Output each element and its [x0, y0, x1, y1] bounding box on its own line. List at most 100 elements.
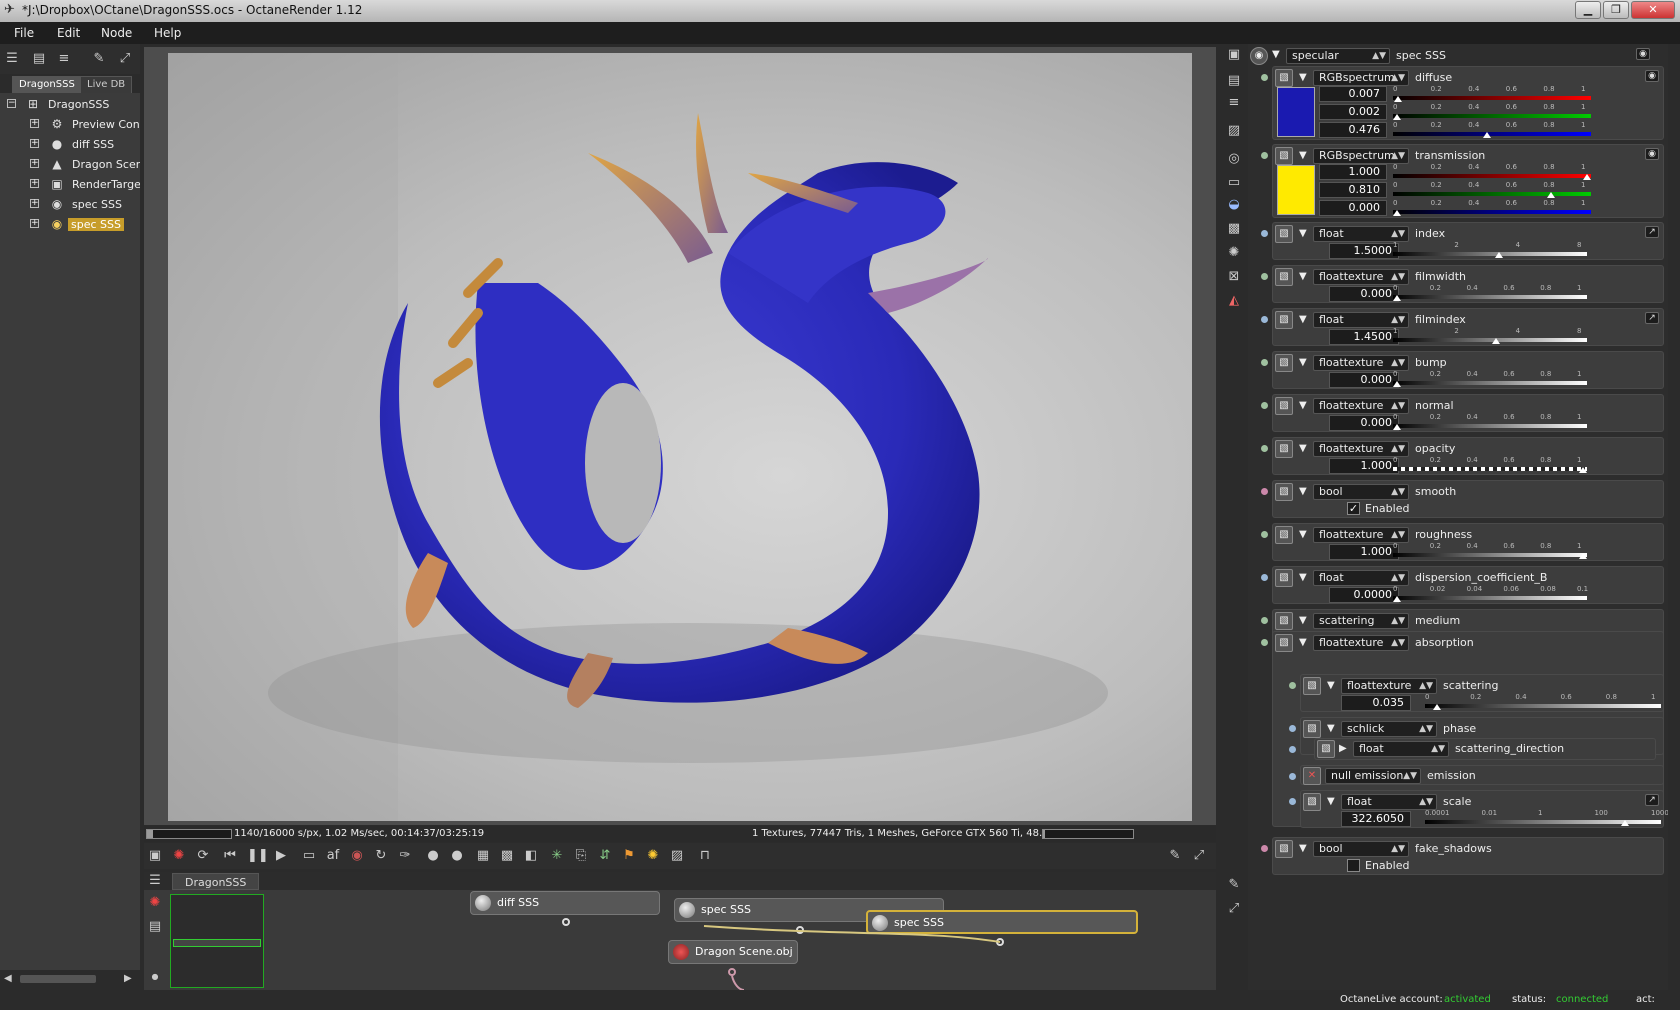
pick-material-icon[interactable]: ◉	[348, 847, 366, 865]
slider-marker[interactable]	[1393, 295, 1401, 301]
value-slider[interactable]: 0 0.2 0.4 0.6 0.8 1	[1393, 85, 1591, 102]
collapse-icon[interactable]: ▼	[1327, 796, 1335, 807]
connection-dot[interactable]	[1261, 845, 1268, 852]
channel-value-field[interactable]: 1.000	[1319, 164, 1387, 180]
wrench-icon[interactable]: ✎	[90, 50, 108, 68]
tree-item-dragon-scene[interactable]: + ▲ Dragon Scene	[0, 154, 140, 174]
param-type-select[interactable]: float ▲▼	[1341, 794, 1437, 810]
param-type-select[interactable]: floattexture ▲▼	[1313, 441, 1409, 457]
value-slider[interactable]: 0 0.2 0.4 0.6 0.8 1	[1393, 284, 1587, 301]
tab-dragonsss[interactable]: DragonSSS	[12, 76, 82, 93]
channel-value-field[interactable]: 0.002	[1319, 104, 1387, 120]
tab-live-db[interactable]: Live DB	[80, 76, 133, 93]
param-value-field[interactable]: 0.035	[1341, 695, 1411, 711]
material-type-select[interactable]: specular ▲▼	[1286, 48, 1390, 64]
lock-icon[interactable]: ⊓	[696, 847, 714, 865]
menu-edit[interactable]: Edit	[57, 26, 80, 40]
scrollbar-thumb[interactable]	[20, 975, 96, 983]
wrench-icon[interactable]: ✎	[1166, 847, 1184, 865]
collapse-icon[interactable]: ▼	[1299, 357, 1307, 368]
sphere-dark-icon[interactable]: ●	[448, 847, 466, 865]
expand-icon[interactable]: ▶	[1339, 743, 1347, 754]
connection-dot[interactable]	[1289, 725, 1296, 732]
camera-icon[interactable]: ◎	[1225, 150, 1243, 168]
connection-dot[interactable]	[1261, 445, 1268, 452]
menu-file[interactable]: File	[14, 26, 34, 40]
connection-dot[interactable]	[1261, 402, 1268, 409]
region-render-icon[interactable]: ▭	[300, 847, 318, 865]
param-type-select[interactable]: float ▲▼	[1313, 312, 1409, 328]
lock-render-icon[interactable]: ⚑	[620, 847, 638, 865]
collapse-icon[interactable]: ▼	[1299, 843, 1307, 854]
param-value-field[interactable]: 0.000	[1329, 286, 1399, 302]
slider-marker[interactable]	[1546, 192, 1555, 198]
connection-dot[interactable]	[1289, 798, 1296, 805]
tree-item-rendertarget[interactable]: + ▣ RenderTarget	[0, 174, 140, 194]
collapse-toggle[interactable]: −	[7, 99, 16, 108]
param-type-select[interactable]: scattering ▲▼	[1313, 613, 1409, 629]
param-type-select[interactable]: float ▲▼	[1353, 741, 1449, 757]
connection-dot[interactable]	[1261, 488, 1268, 495]
param-type-select[interactable]: floattexture ▲▼	[1313, 635, 1409, 651]
param-type-select[interactable]: schlick ▲▼	[1341, 721, 1437, 737]
connection-dot[interactable]	[1261, 617, 1268, 624]
collapse-icon[interactable]: ▼	[1299, 529, 1307, 540]
tree-item-spec-sss[interactable]: + ◉ spec SSS	[0, 194, 140, 214]
param-value-field[interactable]: 1.000	[1329, 458, 1399, 474]
slider-marker[interactable]	[1495, 252, 1504, 258]
material-icon[interactable]: ◭	[1225, 292, 1243, 310]
visibility-eye-icon[interactable]: ◉	[1645, 70, 1659, 82]
param-type-select[interactable]: float ▲▼	[1313, 570, 1409, 586]
slider-marker[interactable]	[1393, 210, 1401, 216]
value-slider[interactable]: 0 0.2 0.4 0.6 0.8 1	[1425, 693, 1661, 710]
slider-marker[interactable]	[1432, 704, 1441, 710]
enabled-checkbox[interactable]: ✓	[1347, 502, 1360, 515]
film-icon[interactable]: ▭	[1225, 174, 1243, 192]
curve-toggle-icon[interactable]: ↗	[1645, 226, 1659, 238]
sphere-gray-icon[interactable]: ●	[424, 847, 442, 865]
minimize-button[interactable]: ▁	[1575, 1, 1601, 19]
param-value-field[interactable]: 1.000	[1329, 544, 1399, 560]
save-icon[interactable]: ▤	[1225, 72, 1243, 90]
param-value-field[interactable]: 1.5000	[1329, 243, 1399, 259]
connection-dot[interactable]	[1261, 74, 1268, 81]
channel-value-field[interactable]: 0.810	[1319, 182, 1387, 198]
enabled-checkbox[interactable]	[1347, 859, 1360, 872]
collapse-icon[interactable]: ▼	[1299, 228, 1307, 239]
value-slider[interactable]: 1 2 4 8	[1393, 241, 1587, 258]
value-slider[interactable]: 0 0.2 0.4 0.6 0.8 1	[1393, 121, 1591, 138]
expand-toggle[interactable]: +	[30, 199, 39, 208]
image-icon[interactable]: ▨	[1225, 122, 1243, 140]
sun-icon[interactable]: ✺	[1225, 244, 1243, 262]
collapse-icon[interactable]: ▼	[1299, 486, 1307, 497]
value-slider[interactable]: 0 0.02 0.04 0.06 0.08 0.1	[1393, 585, 1588, 602]
collapse-icon[interactable]: ▼	[1299, 615, 1307, 626]
slider-marker[interactable]	[1579, 553, 1587, 559]
value-slider[interactable]: 0 0.2 0.4 0.6 0.8 1	[1393, 181, 1591, 198]
slider-marker[interactable]	[1491, 338, 1500, 344]
param-value-field[interactable]: 322.6050	[1341, 811, 1411, 827]
collapse-icon[interactable]: ▼	[1327, 723, 1335, 734]
pick-focus-icon[interactable]: ✑	[396, 847, 414, 865]
collapse-icon[interactable]: ▼	[1299, 637, 1307, 648]
close-button[interactable]: ✕	[1631, 1, 1675, 19]
color-swatch[interactable]	[1277, 165, 1315, 215]
connection-dot[interactable]	[1289, 773, 1296, 780]
value-slider[interactable]: 0.0001 0.01 1 100 10000	[1425, 809, 1668, 826]
tree-item-preview-config[interactable]: + ⚙ Preview Config	[0, 114, 140, 134]
slider-marker[interactable]	[1393, 596, 1401, 602]
restart-icon[interactable]: ⟳	[194, 847, 212, 865]
tree-item-diff-sss[interactable]: + ● diff SSS	[0, 134, 140, 154]
checker-icon[interactable]: ▩	[498, 847, 516, 865]
inspector-icon[interactable]: ▣	[1225, 46, 1243, 64]
slider-marker[interactable]	[1393, 381, 1401, 387]
param-value-field[interactable]: 0.000	[1329, 372, 1399, 388]
connection-dot[interactable]	[1261, 152, 1268, 159]
param-type-select[interactable]: floattexture ▲▼	[1341, 678, 1437, 694]
connection-dot[interactable]	[1261, 574, 1268, 581]
channel-value-field[interactable]: 0.000	[1319, 200, 1387, 216]
curve-toggle-icon[interactable]: ↗	[1645, 312, 1659, 324]
value-slider[interactable]: 0 0.2 0.4 0.6 0.8 1	[1393, 456, 1587, 473]
fullscreen-icon[interactable]: ⤢	[1190, 847, 1208, 865]
expand-toggle[interactable]: +	[30, 139, 39, 148]
